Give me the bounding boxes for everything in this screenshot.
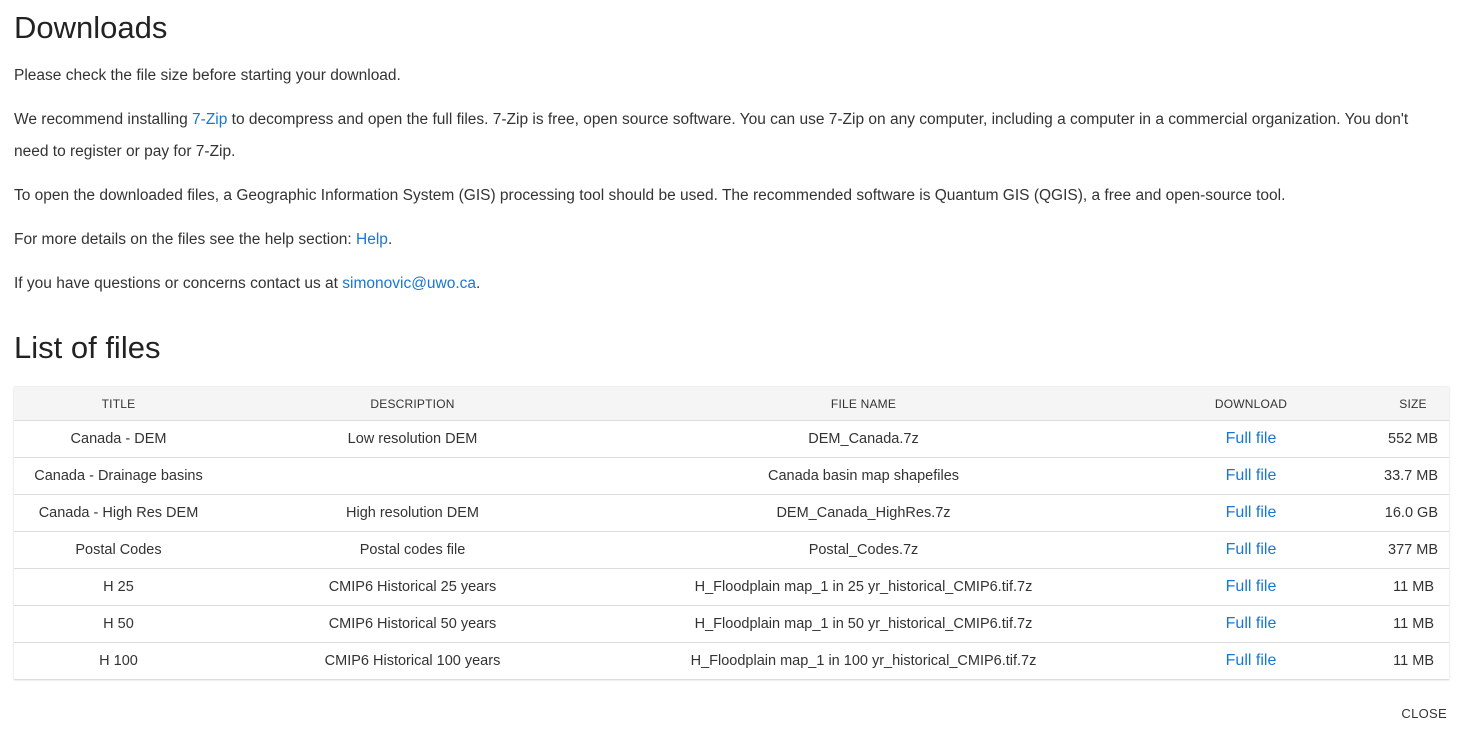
download-full-file-link[interactable]: Full file <box>1226 504 1277 521</box>
cell-description: CMIP6 Historical 25 years <box>223 568 602 606</box>
cell-description: Postal codes file <box>223 531 602 569</box>
cell-download: Full file <box>1125 531 1377 569</box>
cell-size: 11 MB <box>1377 568 1449 606</box>
file-size-notice: Please check the file size before starti… <box>14 67 401 84</box>
list-title: List of files <box>14 330 161 365</box>
cell-title: Postal Codes <box>14 531 223 569</box>
cell-title: Canada - Drainage basins <box>14 457 223 495</box>
help-notice-post: . <box>387 231 393 248</box>
cell-file-name: DEM_Canada.7z <box>602 420 1125 458</box>
contact-notice: If you have questions or concerns contac… <box>14 268 1444 300</box>
download-full-file-link[interactable]: Full file <box>1226 615 1277 632</box>
column-header-file-name: FILE NAME <box>602 387 1125 421</box>
cell-download: Full file <box>1125 457 1377 495</box>
cell-file-name: DEM_Canada_HighRes.7z <box>602 494 1125 532</box>
help-notice: For more details on the files see the he… <box>14 224 1444 256</box>
cell-description: High resolution DEM <box>223 494 602 532</box>
files-table: TITLE DESCRIPTION FILE NAME DOWNLOAD SIZ… <box>14 387 1449 680</box>
cell-description: CMIP6 Historical 100 years <box>223 642 602 680</box>
cell-download: Full file <box>1125 420 1377 458</box>
column-header-size: SIZE <box>1377 387 1449 421</box>
cell-description: CMIP6 Historical 50 years <box>223 605 602 643</box>
cell-download: Full file <box>1125 642 1377 680</box>
download-full-file-link[interactable]: Full file <box>1226 467 1277 484</box>
cell-description <box>223 457 602 495</box>
column-header-title: TITLE <box>14 387 223 421</box>
cell-size: 11 MB <box>1377 642 1449 680</box>
table-row: H 50 CMIP6 Historical 50 years H_Floodpl… <box>14 605 1449 643</box>
column-header-description: DESCRIPTION <box>223 387 602 421</box>
cell-download: Full file <box>1125 605 1377 643</box>
table-row: Canada - DEM Low resolution DEM DEM_Cana… <box>14 420 1449 458</box>
help-notice-pre: For more details on the files see the he… <box>14 231 357 248</box>
cell-title: H 50 <box>14 605 223 643</box>
gis-notice: To open the downloaded files, a Geograph… <box>14 187 1286 204</box>
close-button[interactable]: CLOSE <box>1401 706 1447 721</box>
table-row: Canada - Drainage basins Canada basin ma… <box>14 457 1449 495</box>
download-full-file-link[interactable]: Full file <box>1226 541 1277 558</box>
contact-notice-pre: If you have questions or concerns contac… <box>14 275 343 292</box>
table-row: H 25 CMIP6 Historical 25 years H_Floodpl… <box>14 568 1449 606</box>
download-full-file-link[interactable]: Full file <box>1226 652 1277 669</box>
cell-size: 377 MB <box>1377 531 1449 569</box>
zip-recommendation-pre: We recommend installing <box>14 111 193 128</box>
contact-notice-post: . <box>476 275 481 292</box>
cell-file-name: H_Floodplain map_1 in 50 yr_historical_C… <box>602 605 1125 643</box>
zip-recommendation: We recommend installing 7-Zip to decompr… <box>14 104 1444 168</box>
table-row: H 100 CMIP6 Historical 100 years H_Flood… <box>14 642 1449 680</box>
7zip-link[interactable]: 7-Zip <box>192 111 227 128</box>
email-link[interactable]: simonovic@uwo.ca <box>342 275 476 292</box>
cell-file-name: Postal_Codes.7z <box>602 531 1125 569</box>
cell-title: Canada - High Res DEM <box>14 494 223 532</box>
cell-description: Low resolution DEM <box>223 420 602 458</box>
cell-title: H 25 <box>14 568 223 606</box>
column-header-download: DOWNLOAD <box>1125 387 1377 421</box>
cell-size: 16.0 GB <box>1377 494 1449 532</box>
table-row: Canada - High Res DEM High resolution DE… <box>14 494 1449 532</box>
files-table-container[interactable]: TITLE DESCRIPTION FILE NAME DOWNLOAD SIZ… <box>14 387 1449 680</box>
cell-size: 33.7 MB <box>1377 457 1449 495</box>
page-title: Downloads <box>14 10 168 45</box>
help-link[interactable]: Help <box>356 231 388 248</box>
download-full-file-link[interactable]: Full file <box>1226 430 1277 447</box>
cell-file-name: Canada basin map shapefiles <box>602 457 1125 495</box>
cell-size: 552 MB <box>1377 420 1449 458</box>
cell-size: 11 MB <box>1377 605 1449 643</box>
cell-file-name: H_Floodplain map_1 in 100 yr_historical_… <box>602 642 1125 680</box>
cell-title: H 100 <box>14 642 223 680</box>
table-header-row: TITLE DESCRIPTION FILE NAME DOWNLOAD SIZ… <box>14 387 1449 421</box>
cell-download: Full file <box>1125 494 1377 532</box>
cell-download: Full file <box>1125 568 1377 606</box>
table-row: Postal Codes Postal codes file Postal_Co… <box>14 531 1449 569</box>
cell-title: Canada - DEM <box>14 420 223 458</box>
download-full-file-link[interactable]: Full file <box>1226 578 1277 595</box>
cell-file-name: H_Floodplain map_1 in 25 yr_historical_C… <box>602 568 1125 606</box>
